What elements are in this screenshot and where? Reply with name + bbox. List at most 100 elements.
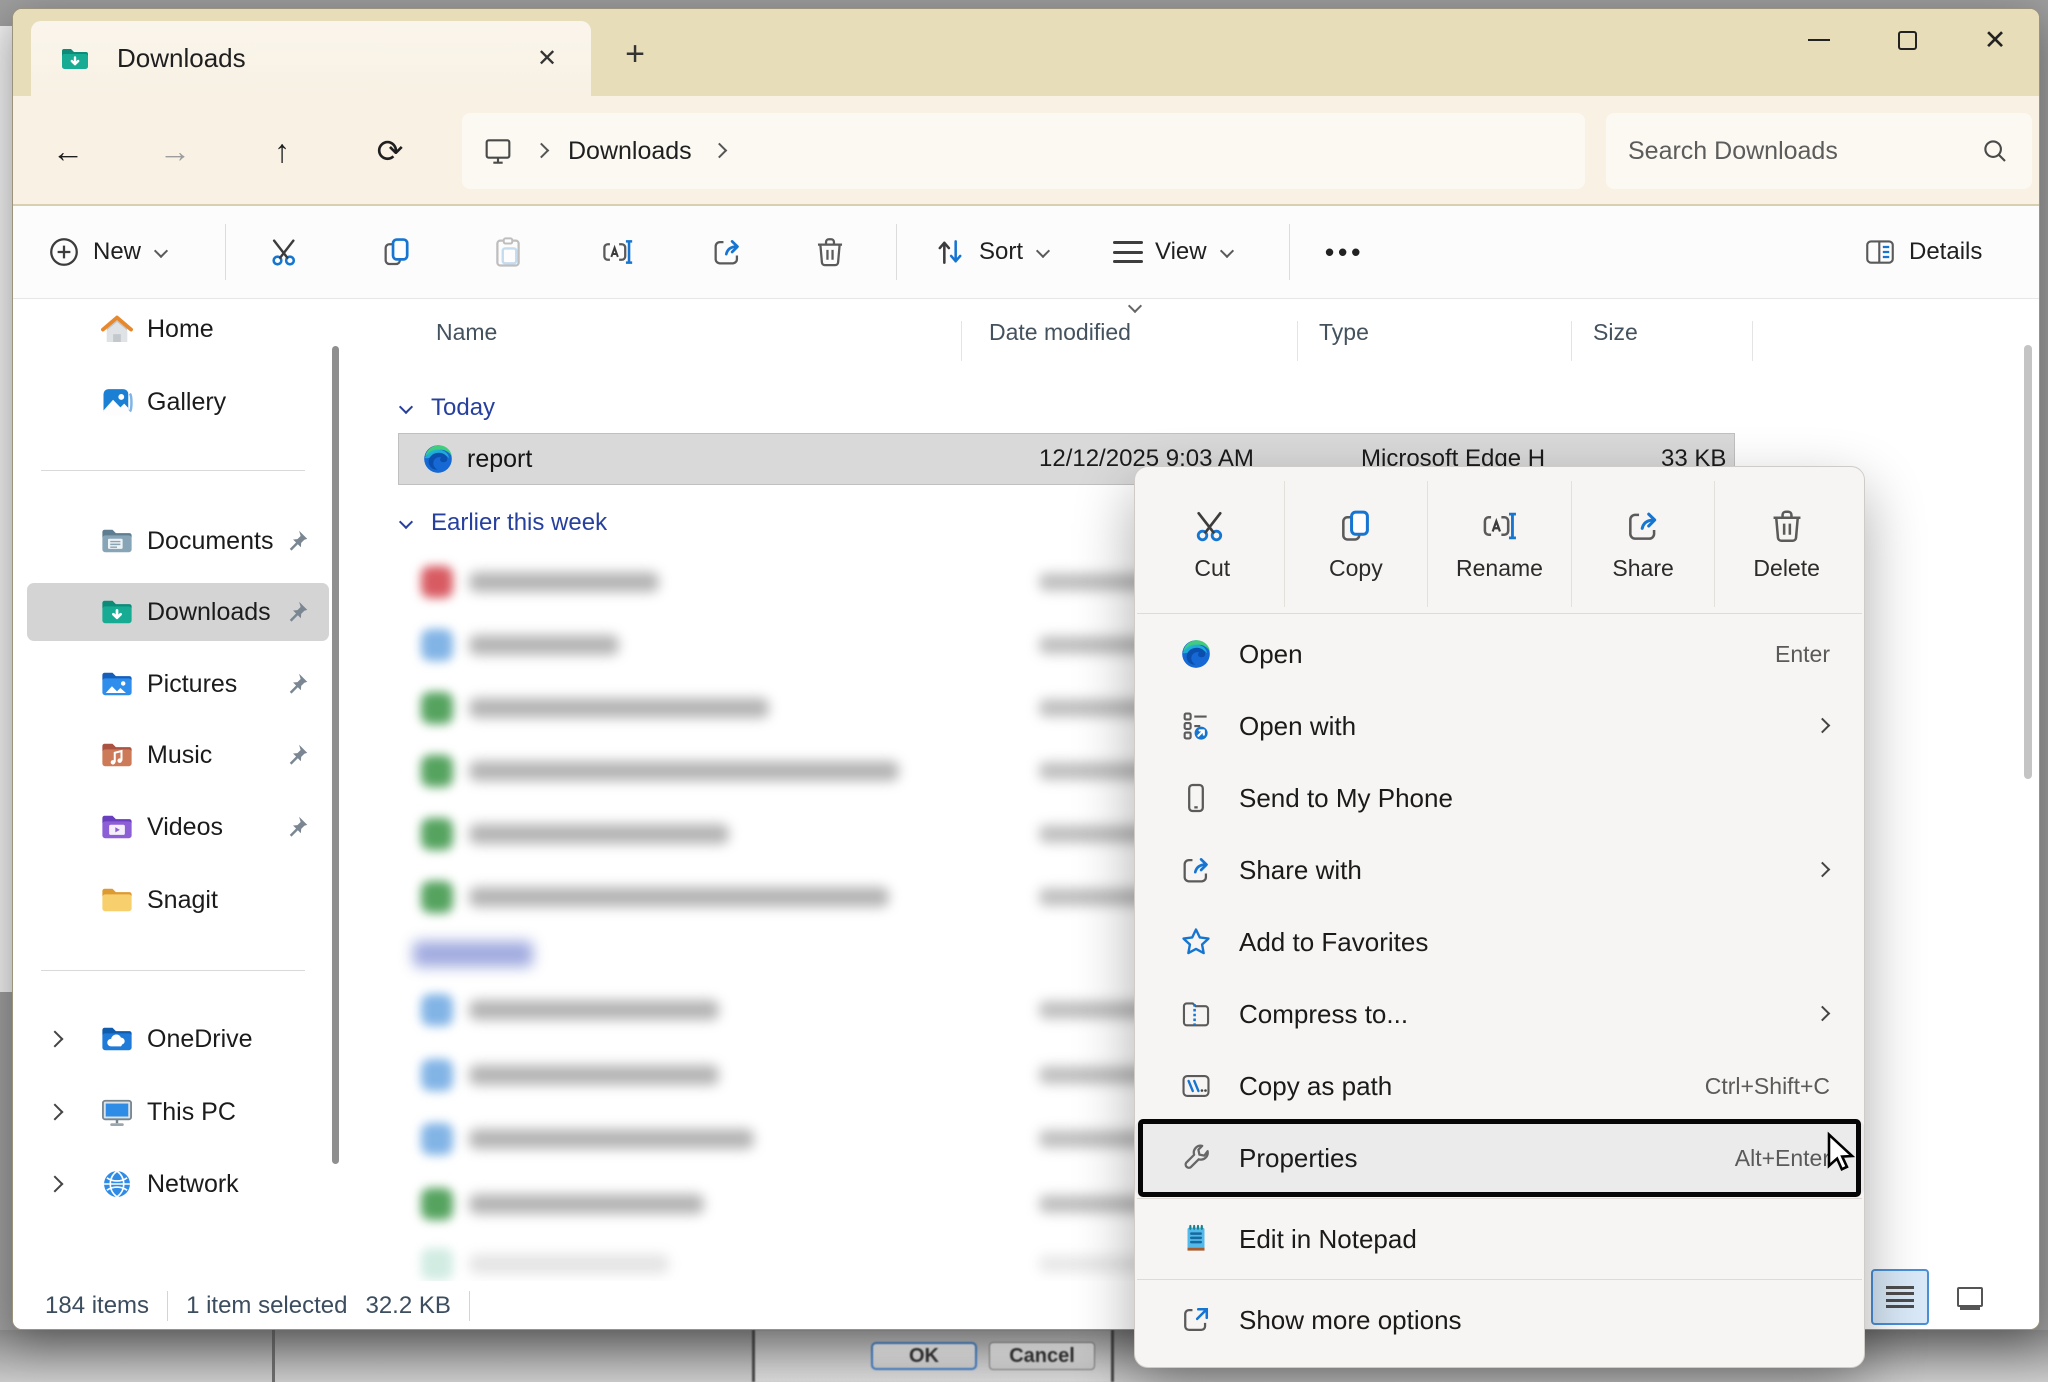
column-date-modified[interactable]: Date modified	[989, 319, 1131, 346]
details-view-toggle[interactable]	[1871, 1269, 1929, 1325]
mouse-cursor	[1818, 1130, 1862, 1174]
menu-item-compress-to[interactable]: Compress to...	[1135, 978, 1864, 1050]
column-separator[interactable]	[1571, 321, 1572, 361]
rename-button[interactable]	[588, 221, 646, 283]
file-icon-redacted	[421, 1059, 453, 1091]
menu-divider	[1137, 1279, 1862, 1280]
quick-action-delete[interactable]: Delete	[1715, 481, 1858, 607]
quick-actions-row: CutCopyRenameShareDelete	[1141, 481, 1858, 607]
quick-action-copy[interactable]: Copy	[1285, 481, 1429, 607]
sidebar-scrollbar[interactable]	[332, 346, 339, 1164]
sidebar-item-pictures[interactable]: Pictures	[27, 655, 329, 713]
tab-close-icon[interactable]: ✕	[527, 39, 567, 79]
menu-item-edit-in-notepad[interactable]: Edit in Notepad	[1135, 1203, 1864, 1275]
column-separator[interactable]	[1752, 321, 1753, 361]
menu-item-open-with[interactable]: Open with	[1135, 690, 1864, 762]
menu-item-send-to-my-phone[interactable]: Send to My Phone	[1135, 762, 1864, 834]
close-button[interactable]: ✕	[1951, 9, 2039, 71]
file-name-redacted	[469, 1065, 719, 1085]
minimize-button[interactable]	[1775, 9, 1863, 71]
back-button[interactable]: ←	[40, 124, 96, 178]
navigation-pane: Home Gallery Documents Downloads Pictures Mus…	[13, 299, 345, 1281]
sidebar-item-snagit[interactable]: Snagit	[27, 871, 329, 929]
submenu-chevron-icon	[1816, 1007, 1830, 1021]
thispc-icon	[99, 1094, 135, 1130]
copy-button[interactable]	[368, 221, 426, 283]
group-collapse-icon[interactable]	[399, 516, 413, 530]
refresh-button[interactable]: ⟳	[362, 124, 418, 178]
folder-documents-icon	[99, 523, 135, 559]
cancel-button[interactable]: Cancel	[989, 1342, 1095, 1370]
new-label: New	[93, 238, 141, 266]
cut-icon	[269, 235, 303, 269]
expand-chevron-icon[interactable]	[41, 1097, 71, 1127]
downloads-folder-icon	[59, 43, 91, 75]
sidebar-item-onedrive[interactable]: OneDrive	[27, 1010, 329, 1068]
search-icon	[1980, 136, 2010, 166]
column-separator[interactable]	[961, 321, 962, 361]
file-list-scrollbar[interactable]	[2024, 345, 2032, 779]
plus-circle-icon	[47, 235, 81, 269]
breadcrumb[interactable]: Downloads	[462, 113, 1585, 189]
new-tab-button[interactable]: +	[609, 31, 661, 77]
sidebar-item-videos[interactable]: Videos	[27, 798, 329, 856]
sidebar-item-label: Snagit	[147, 886, 329, 915]
search-box[interactable]: Search Downloads	[1606, 113, 2032, 189]
sidebar-item-network[interactable]: Network	[27, 1155, 329, 1213]
sidebar-item-documents[interactable]: Documents	[27, 512, 329, 570]
sidebar-item-home[interactable]: Home	[27, 300, 329, 358]
expand-chevron-icon[interactable]	[41, 1169, 71, 1199]
menu-item-shortcut: Enter	[1775, 641, 1830, 668]
menu-item-share-with[interactable]: Share with	[1135, 834, 1864, 906]
sidebar-item-gallery[interactable]: Gallery	[27, 373, 329, 431]
share-button[interactable]	[698, 221, 756, 283]
expand-chevron-icon[interactable]	[41, 1024, 71, 1054]
delete-button[interactable]	[801, 221, 859, 283]
ok-button[interactable]: OK	[871, 1342, 977, 1370]
group-collapse-icon[interactable]	[399, 401, 413, 415]
column-type[interactable]: Type	[1319, 319, 1369, 346]
quick-action-rename[interactable]: Rename	[1428, 481, 1572, 607]
maximize-button[interactable]	[1863, 9, 1951, 71]
this-pc-icon	[482, 135, 514, 167]
chevron-right-icon	[528, 138, 554, 164]
sort-button[interactable]: Sort	[921, 221, 1061, 283]
quick-action-cut[interactable]: Cut	[1141, 481, 1285, 607]
menu-item-open[interactable]: OpenEnter	[1135, 618, 1864, 690]
sidebar-item-downloads[interactable]: Downloads	[27, 583, 329, 641]
column-separator[interactable]	[1297, 321, 1298, 361]
folder-downloads-icon	[99, 594, 135, 630]
quick-action-share[interactable]: Share	[1572, 481, 1716, 607]
forward-button[interactable]: →	[147, 124, 203, 178]
copy-icon	[380, 235, 414, 269]
file-icon-redacted	[421, 1123, 453, 1155]
large-icons-view-toggle[interactable]	[1941, 1269, 1999, 1325]
cut-button[interactable]	[257, 221, 315, 283]
menu-item-properties[interactable]: PropertiesAlt+Enter	[1135, 1122, 1864, 1194]
menu-item-copy-as-path[interactable]: Copy as pathCtrl+Shift+C	[1135, 1050, 1864, 1122]
menu-item-label: Open	[1239, 639, 1775, 670]
menu-item-show-more-options[interactable]: Show more options	[1135, 1284, 1864, 1356]
view-label: View	[1155, 238, 1207, 266]
pin-icon	[283, 813, 311, 841]
sidebar-item-this-pc[interactable]: This PC	[27, 1083, 329, 1141]
sidebar-item-label: Gallery	[147, 388, 329, 417]
paste-button[interactable]	[479, 221, 537, 283]
column-size[interactable]: Size	[1593, 319, 1638, 346]
see-more-button[interactable]: •••	[1313, 221, 1376, 283]
new-button[interactable]: New	[35, 221, 179, 283]
details-pane-button[interactable]: Details	[1851, 221, 1994, 283]
file-name: report	[467, 445, 532, 474]
edge-icon	[421, 442, 455, 476]
breadcrumb-segment[interactable]: Downloads	[568, 137, 692, 166]
sidebar-item-music[interactable]: Music	[27, 726, 329, 784]
group-header-redacted[interactable]	[413, 941, 533, 967]
menu-divider	[1137, 613, 1862, 614]
group-header-today[interactable]: Today	[399, 394, 495, 422]
column-name[interactable]: Name	[436, 319, 497, 346]
group-header-earlier-this-week[interactable]: Earlier this week	[399, 509, 607, 537]
tab-downloads[interactable]: Downloads ✕	[31, 21, 591, 96]
up-button[interactable]: ↑	[254, 124, 310, 178]
view-button[interactable]: View	[1101, 221, 1245, 283]
menu-item-add-to-favorites[interactable]: Add to Favorites	[1135, 906, 1864, 978]
